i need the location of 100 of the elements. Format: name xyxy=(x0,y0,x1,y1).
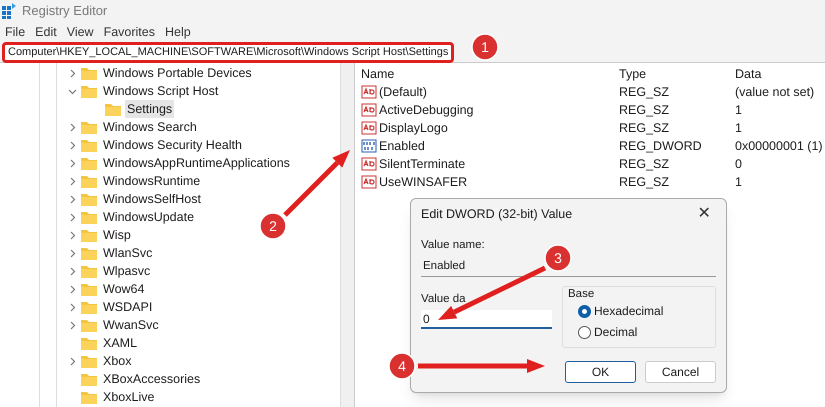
address-bar[interactable]: Computer\HKEY_LOCAL_MACHINE\SOFTWARE\Microsoft\Windows Script Host\Settings xyxy=(2,42,454,62)
string-value-icon xyxy=(361,175,377,189)
tree-item[interactable]: WindowsSelfHost xyxy=(101,190,203,208)
folder-icon xyxy=(81,66,97,80)
folder-icon xyxy=(81,282,97,296)
chevron-right-icon[interactable] xyxy=(68,284,77,294)
tree-item[interactable]: WindowsUpdate xyxy=(101,208,196,226)
column-header[interactable]: Type xyxy=(619,64,735,84)
binary-value-icon xyxy=(361,139,377,153)
value-name[interactable]: SilentTerminate xyxy=(379,154,466,174)
tree-item[interactable]: XAML xyxy=(101,334,140,352)
value-name[interactable]: DisplayLogo xyxy=(379,118,448,138)
value-data: 0 xyxy=(735,156,742,173)
tree-item[interactable]: WindowsAppRuntimeApplications xyxy=(101,154,292,172)
menu-item[interactable]: Favorites xyxy=(98,22,160,42)
chevron-right-icon[interactable] xyxy=(68,230,77,240)
chevron-right-icon[interactable] xyxy=(68,176,77,186)
chevron-right-icon[interactable] xyxy=(68,248,77,258)
step-marker: 3 xyxy=(544,244,572,272)
column-header[interactable]: Name xyxy=(361,64,619,84)
folder-icon xyxy=(81,210,97,224)
tree-item[interactable]: XBoxAccessories xyxy=(101,370,202,388)
value-type: REG_SZ xyxy=(619,174,670,191)
scrollbar[interactable] xyxy=(340,63,354,407)
value-data: 1 xyxy=(735,120,742,137)
tree-item[interactable]: WSDAPI xyxy=(101,298,154,316)
value-data: 1 xyxy=(735,102,742,119)
value-name[interactable]: Enabled xyxy=(379,136,425,156)
tree-item[interactable]: Wisp xyxy=(101,226,133,244)
radio-button[interactable] xyxy=(578,304,591,318)
tree-item[interactable]: Windows Script Host xyxy=(101,82,220,100)
value-type: REG_SZ xyxy=(619,156,670,173)
value-data-field[interactable]: 0 xyxy=(421,310,552,330)
field-label: Value da xyxy=(421,293,466,306)
chevron-right-icon[interactable] xyxy=(68,320,77,330)
value-name[interactable]: UseWINSAFER xyxy=(379,172,468,192)
string-value-icon xyxy=(361,85,377,99)
folder-icon xyxy=(81,120,97,134)
menu-item[interactable]: File xyxy=(0,22,30,42)
cancel-button[interactable]: Cancel xyxy=(645,361,716,384)
column-header[interactable]: Data xyxy=(735,64,815,84)
chevron-right-icon[interactable] xyxy=(68,122,77,132)
radio-button[interactable] xyxy=(578,326,591,339)
tree-item[interactable]: Windows Security Health xyxy=(101,136,244,154)
value-type: REG_SZ xyxy=(619,84,670,101)
tree-item[interactable]: WindowsRuntime xyxy=(101,172,202,190)
folder-icon xyxy=(81,174,97,188)
registry-editor-icon xyxy=(2,3,16,19)
string-value-icon xyxy=(361,157,377,171)
radio-label[interactable]: Hexadecimal xyxy=(594,302,664,320)
window-title: Registry Editor xyxy=(22,2,108,20)
folder-icon xyxy=(81,336,97,350)
chevron-right-icon[interactable] xyxy=(68,158,77,168)
value-data: 0x00000001 (1) xyxy=(735,138,823,155)
chevron-right-icon[interactable] xyxy=(68,302,77,312)
chevron-down-icon[interactable] xyxy=(68,86,77,96)
folder-icon xyxy=(81,84,97,98)
folder-icon xyxy=(81,246,97,260)
tree-item[interactable]: Wlpasvc xyxy=(101,262,152,280)
value-data: 1 xyxy=(735,174,742,191)
value-type: REG_SZ xyxy=(619,102,670,119)
tree-item[interactable]: WwanSvc xyxy=(101,316,161,334)
folder-icon xyxy=(81,228,97,242)
folder-icon xyxy=(81,390,97,404)
value-data: (value not set) xyxy=(735,84,814,101)
dialog-title: Edit DWORD (32-bit) Value xyxy=(421,206,572,223)
folder-icon xyxy=(81,372,97,386)
chevron-right-icon[interactable] xyxy=(68,140,77,150)
step-marker: 4 xyxy=(388,352,416,380)
string-value-icon xyxy=(361,103,377,117)
menu-item[interactable]: View xyxy=(62,22,99,42)
folder-icon xyxy=(81,156,97,170)
chevron-right-icon[interactable] xyxy=(68,194,77,204)
chevron-right-icon[interactable] xyxy=(68,212,77,222)
folder-icon xyxy=(81,192,97,206)
radio-label[interactable]: Decimal xyxy=(594,323,638,342)
tree-item[interactable]: Settings xyxy=(125,100,174,118)
menu-item[interactable]: Help xyxy=(160,22,196,42)
tree-item[interactable]: Windows Search xyxy=(101,118,199,136)
value-type: REG_SZ xyxy=(619,120,670,137)
menu-item[interactable]: Edit xyxy=(30,22,62,42)
value-name[interactable]: ActiveDebugging xyxy=(379,100,474,120)
field-label: Value name: xyxy=(421,238,486,253)
step-marker: 2 xyxy=(259,212,287,240)
string-value-icon xyxy=(361,121,377,135)
ok-button[interactable]: OK xyxy=(565,361,636,384)
close-button[interactable]: ✕ xyxy=(692,202,716,226)
group-label: Base xyxy=(568,287,594,302)
step-marker: 1 xyxy=(471,33,499,61)
chevron-right-icon[interactable] xyxy=(68,266,77,276)
chevron-right-icon[interactable] xyxy=(68,356,77,366)
tree-item[interactable]: Xbox xyxy=(101,352,134,370)
value-type: REG_DWORD xyxy=(619,138,703,155)
tree-item[interactable]: XboxLive xyxy=(101,388,156,406)
tree-item[interactable]: Windows Portable Devices xyxy=(101,64,254,82)
value-name[interactable]: (Default) xyxy=(379,82,427,102)
tree-item[interactable]: Wow64 xyxy=(101,280,146,298)
chevron-right-icon[interactable] xyxy=(68,68,77,78)
folder-icon xyxy=(81,354,97,368)
tree-item[interactable]: WlanSvc xyxy=(101,244,154,262)
